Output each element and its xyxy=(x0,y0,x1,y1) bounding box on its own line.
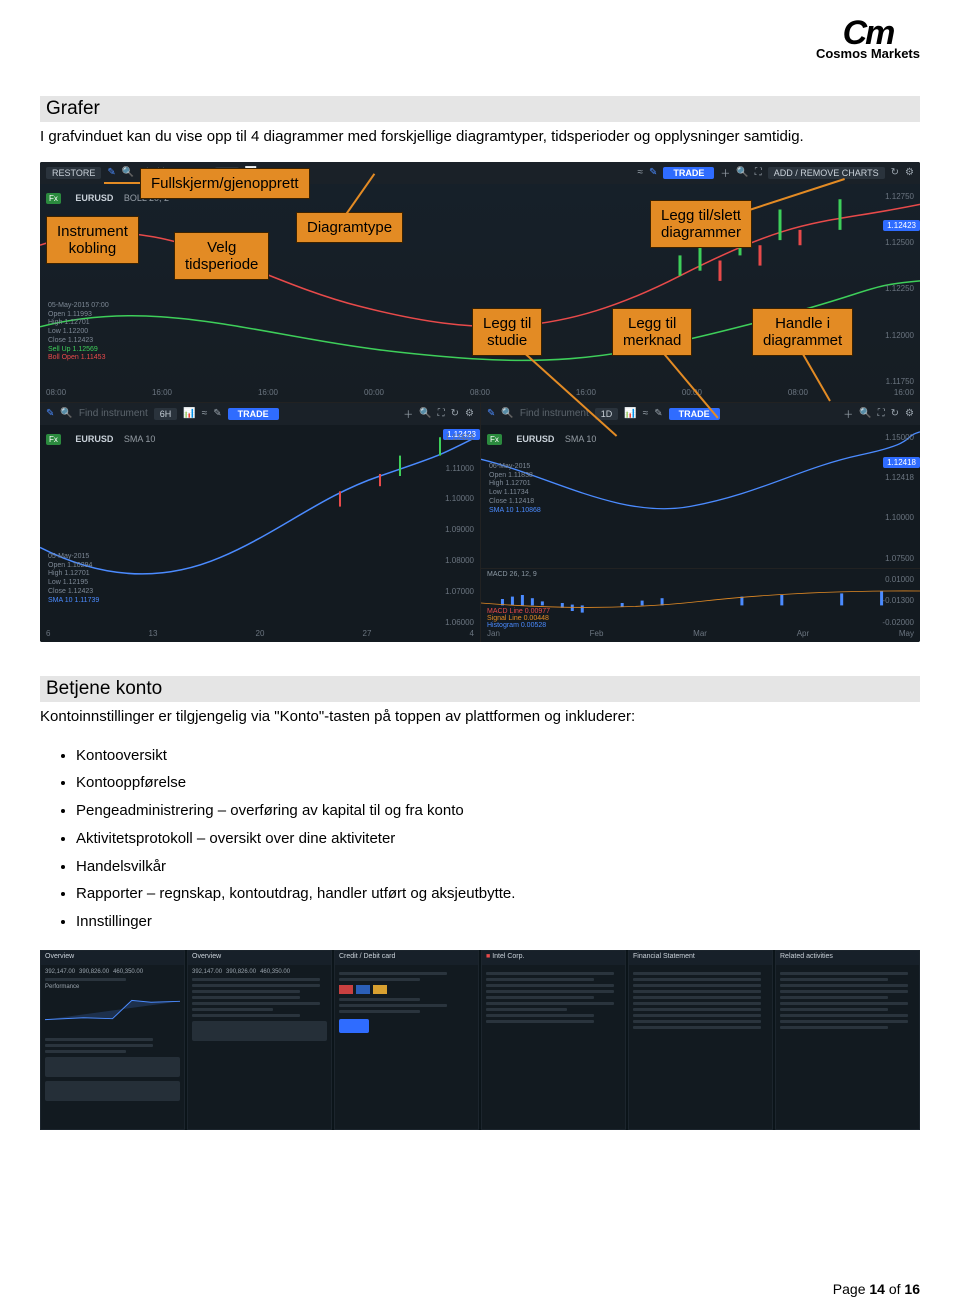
study-icon[interactable]: ≈ xyxy=(202,408,208,419)
annotate-icon[interactable]: ✎ xyxy=(654,408,662,419)
panel-overview-2: Overview 392,147.00390,826.00460,350.00 xyxy=(187,950,332,1130)
chart-a-ohlc: 05-May-2015 07:00 Open 1.11993 High 1.12… xyxy=(48,302,109,363)
restore-button[interactable]: RESTORE xyxy=(46,167,101,179)
list-item: Handelsvilkår xyxy=(76,853,920,881)
chart-a-plot xyxy=(40,184,920,388)
list-item: Rapporter – regnskap, kontoutdrag, handl… xyxy=(76,880,920,908)
panel-title: ■ Intel Corp. xyxy=(482,951,625,965)
chart-c-toolbar: ✎ 🔍 Find instrument 1D 📊 ≈ ✎ TRADE ＋ 🔍 ⛶… xyxy=(481,403,920,425)
callout-trade: Handle i diagrammet xyxy=(752,308,853,357)
search-input[interactable]: Find instrument xyxy=(520,408,589,419)
gear-icon[interactable]: ⚙ xyxy=(905,408,914,419)
pencil-icon[interactable]: ✎ xyxy=(46,408,54,419)
expand-icon[interactable]: ⛶ xyxy=(755,167,762,178)
candlestick-icon[interactable]: 📊 xyxy=(624,408,636,419)
callout-fullscreen: Fullskjerm/gjenopprett xyxy=(140,168,310,199)
signal-line: Signal Line 0.00448 xyxy=(487,615,549,622)
expand-icon[interactable]: ⛶ xyxy=(878,408,885,419)
callout-study: Legg til studie xyxy=(472,308,542,357)
gear-icon[interactable]: ⚙ xyxy=(905,167,914,178)
chart-b-yaxis: 1.124231.110001.100001.090001.080001.070… xyxy=(430,433,474,627)
section-konto-title: Betjene konto xyxy=(40,676,920,702)
pencil-icon[interactable]: ✎ xyxy=(487,408,495,419)
panel-title: Overview xyxy=(188,951,331,965)
macd-title: MACD 26, 12, 9 xyxy=(487,571,537,578)
list-item: Aktivitetsprotokoll – oversikt over dine… xyxy=(76,825,920,853)
zoom-icon[interactable]: 🔍 xyxy=(419,408,431,419)
chart-panel-bottom-left: ✎ 🔍 Find instrument 6H 📊 ≈ ✎ TRADE ＋ 🔍 ⛶… xyxy=(40,402,480,642)
zoom-icon[interactable]: 🔍 xyxy=(736,167,748,178)
panel-title: Financial Statement xyxy=(629,951,772,965)
refresh-icon[interactable]: ↻ xyxy=(891,408,899,419)
chart-c-yaxis: 1.150001.124181.100001.07500 xyxy=(870,433,914,563)
chart-c-plot xyxy=(481,425,920,545)
account-panels-strip: Overview 392,147.00390,826.00460,350.00 … xyxy=(40,950,920,1130)
list-item: Kontooppførelse xyxy=(76,769,920,797)
search-icon[interactable]: 🔍 xyxy=(122,167,134,178)
chart-c-xaxis: JanFebMarAprMay xyxy=(487,629,914,642)
refresh-icon[interactable]: ↻ xyxy=(451,408,459,419)
callout-instrument: Instrument kobling xyxy=(46,216,139,265)
callout-charttype: Diagramtype xyxy=(296,212,403,243)
pencil-icon[interactable]: ✎ xyxy=(107,167,115,178)
chart-c-ohlc: 06-May-2015 Open 1.11838 High 1.12701 Lo… xyxy=(489,463,541,516)
panel-title: Credit / Debit card xyxy=(335,951,478,965)
panel-credit-card: Credit / Debit card xyxy=(334,950,479,1130)
study-icon[interactable]: ≈ xyxy=(643,408,649,419)
chart-b-toolbar: ✎ 🔍 Find instrument 6H 📊 ≈ ✎ TRADE ＋ 🔍 ⛶… xyxy=(40,403,480,425)
panel-title: Overview xyxy=(41,951,184,965)
refresh-icon[interactable]: ↻ xyxy=(891,167,899,178)
panel-related-activities: Related activities xyxy=(775,950,920,1130)
list-item: Innstillinger xyxy=(76,908,920,936)
annotate-icon[interactable]: ✎ xyxy=(649,167,657,178)
chart-b-xaxis: 61320274 xyxy=(46,629,474,642)
histogram-line: Histogram 0.00528 xyxy=(487,622,546,629)
konto-feature-list: Kontooversikt Kontooppførelse Pengeadmin… xyxy=(76,742,920,936)
plus-icon[interactable]: ＋ xyxy=(843,406,853,421)
chart-b-plot xyxy=(40,425,480,629)
callout-period: Velg tidsperiode xyxy=(174,232,269,281)
panel-financial-statement: Financial Statement xyxy=(628,950,773,1130)
add-remove-charts-button[interactable]: ADD / REMOVE CHARTS xyxy=(768,167,885,179)
list-item: Pengeadministrering – overføring av kapi… xyxy=(76,797,920,825)
candlestick-icon[interactable]: 📊 xyxy=(183,408,195,419)
search-icon[interactable]: 🔍 xyxy=(501,408,513,419)
macd-line: MACD Line 0.00977 xyxy=(487,608,550,615)
gear-icon[interactable]: ⚙ xyxy=(465,408,474,419)
brand-logo: Cm Cosmos Markets xyxy=(816,20,920,61)
section-grafer-title: Grafer xyxy=(40,96,920,122)
timeframe-6h[interactable]: 6H xyxy=(154,408,178,420)
chart-b-ohlc: 05-May-2015 Open 1.10294 High 1.12701 Lo… xyxy=(48,553,99,606)
chart-a-price: 1.12423 xyxy=(883,220,920,231)
section-konto-paragraph: Kontoinnstillinger er tilgjengelig via "… xyxy=(40,706,920,728)
trade-button[interactable]: TRADE xyxy=(228,408,279,420)
panel-overview-1: Overview 392,147.00390,826.00460,350.00 … xyxy=(40,950,185,1130)
logo-mark: Cm xyxy=(816,20,920,46)
trade-button[interactable]: TRADE xyxy=(663,167,714,179)
chart-screenshot: RESTORE ✎ 🔍 Find instrument 1H 📊 ≈ ✎ TRA… xyxy=(40,162,920,642)
expand-icon[interactable]: ⛶ xyxy=(438,408,445,419)
plus-icon[interactable]: ＋ xyxy=(720,165,730,180)
chart-a-xaxis: 08:0016:0016:0000:0008:0016:0000:0008:00… xyxy=(46,388,914,402)
callout-annotation: Legg til merknad xyxy=(612,308,692,357)
callout-add-remove: Legg til/slett diagrammer xyxy=(650,200,752,249)
page-footer: Page 14 of 16 xyxy=(833,1281,920,1297)
section-grafer-paragraph: I grafvinduet kan du vise opp til 4 diag… xyxy=(40,126,920,148)
plus-icon[interactable]: ＋ xyxy=(403,406,413,421)
list-item: Kontooversikt xyxy=(76,742,920,770)
logo-text: Cosmos Markets xyxy=(816,46,920,61)
panel-title: Related activities xyxy=(776,951,919,965)
macd-yaxis: 0.01000-0.01300-0.02000 xyxy=(870,575,914,627)
search-icon[interactable]: 🔍 xyxy=(60,408,72,419)
chart-panel-bottom-right: ✎ 🔍 Find instrument 1D 📊 ≈ ✎ TRADE ＋ 🔍 ⛶… xyxy=(480,402,920,642)
search-input[interactable]: Find instrument xyxy=(79,408,148,419)
macd-panel: MACD 26, 12, 9 MACD Line 0.00977 Signal … xyxy=(481,568,920,629)
panel-intel-corp: ■ Intel Corp. xyxy=(481,950,626,1130)
zoom-icon[interactable]: 🔍 xyxy=(859,408,871,419)
annotate-icon[interactable]: ✎ xyxy=(213,408,221,419)
study-icon[interactable]: ≈ xyxy=(637,167,643,178)
